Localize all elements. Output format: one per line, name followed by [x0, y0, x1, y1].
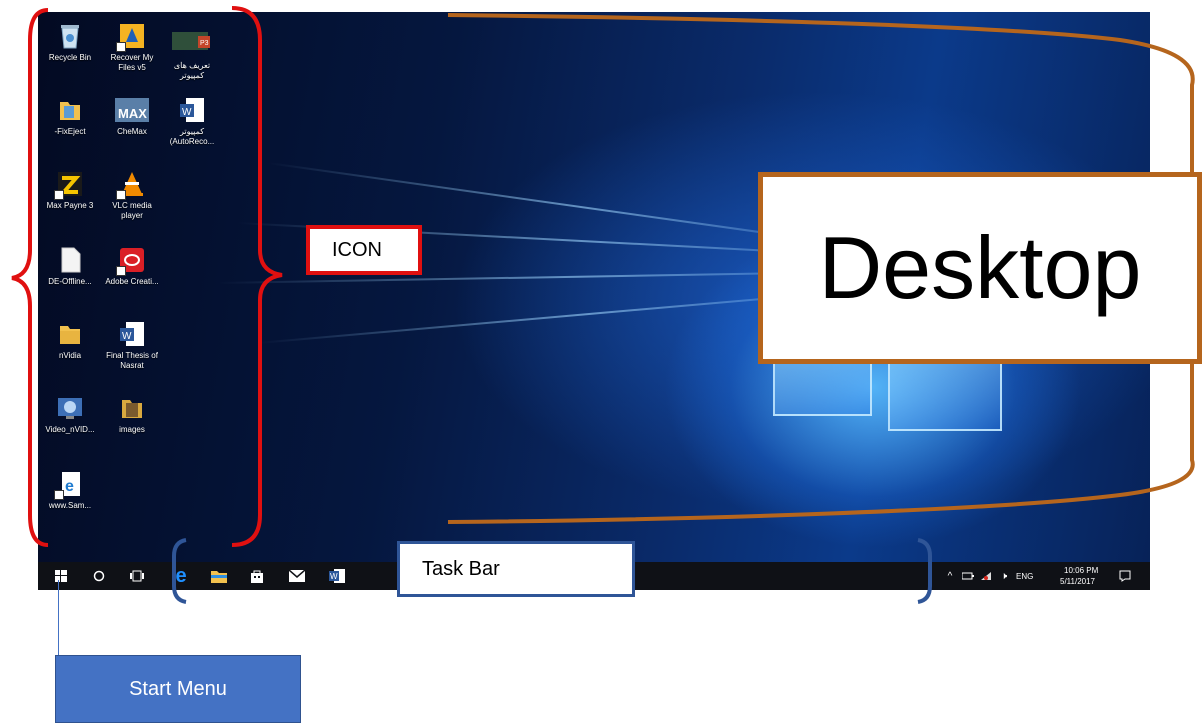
window-logo-pane: [888, 357, 1002, 431]
shortcut-arrow-icon: [54, 190, 64, 200]
vlc-icon: [116, 170, 146, 200]
adobe-creative-cloud-icon: [116, 246, 146, 276]
folder-icon: [56, 96, 84, 124]
svg-text:W: W: [122, 331, 132, 342]
network-icon[interactable]: [978, 562, 994, 590]
shortcut-arrow-icon: [116, 190, 126, 200]
blank-file-icon: [56, 246, 84, 274]
desktop-icon-computer-autorecovery[interactable]: W کمپیوتر (AutoReco...: [162, 96, 222, 147]
powerpoint-file-icon: P3: [172, 30, 210, 58]
start-menu-annotation-label: Start Menu: [55, 655, 301, 723]
desktop-icon-computer-definitions[interactable]: P3 تعریف های کمپیوتر: [162, 30, 222, 81]
desktop-icon-recover-files[interactable]: Recover My Files v5: [102, 22, 162, 73]
svg-text:e: e: [65, 478, 74, 495]
shortcut-arrow-icon: [116, 266, 126, 276]
desktop-icon-adobe-creative[interactable]: Adobe Creati...: [102, 246, 162, 287]
start-menu-connector-line: [58, 580, 59, 656]
edge-icon[interactable]: e: [166, 562, 196, 590]
desktop-icon-final-thesis[interactable]: W Final Thesis of Nasrat: [102, 320, 162, 371]
show-hidden-icons-icon[interactable]: ^: [942, 562, 958, 590]
desktop-icon-nvidia[interactable]: nVidia: [40, 320, 100, 361]
battery-icon[interactable]: [960, 562, 976, 590]
edge-link-icon: e: [54, 470, 84, 500]
desktop-icon-video-nvidia[interactable]: Video_nVID...: [40, 394, 100, 435]
svg-text:W: W: [182, 107, 192, 118]
volume-muted-icon[interactable]: 🕨: [996, 562, 1012, 590]
desktop-icon-recycle-bin[interactable]: Recycle Bin: [40, 22, 100, 63]
icon-annotation-label: ICON: [306, 225, 422, 275]
shortcut-arrow-icon: [116, 42, 126, 52]
recover-files-icon: [116, 22, 146, 52]
store-icon[interactable]: [242, 562, 272, 590]
language-indicator[interactable]: ENG: [1016, 572, 1033, 582]
desktop-icon-chemax[interactable]: MAX CheMax: [102, 96, 162, 137]
desktop-icon-de-offline[interactable]: DE-Offline...: [40, 246, 100, 287]
task-view-icon[interactable]: [122, 562, 152, 590]
action-center-icon[interactable]: [1114, 562, 1136, 590]
start-icon[interactable]: [46, 562, 76, 590]
folder-icon: [56, 320, 84, 348]
word-document-icon: W: [178, 96, 206, 124]
taskbar-annotation-label: Task Bar: [397, 541, 635, 597]
file-explorer-icon[interactable]: [204, 562, 234, 590]
folder-icon: [118, 394, 146, 422]
desktop-icon-fixeject[interactable]: -FixEject: [40, 96, 100, 137]
desktop-icon-images[interactable]: images: [102, 394, 162, 435]
window-logo-pane: [773, 357, 872, 416]
cortana-icon[interactable]: [84, 562, 114, 590]
video-icon: [56, 394, 84, 422]
shortcut-arrow-icon: [54, 490, 64, 500]
svg-text:MAX: MAX: [118, 106, 147, 121]
recycle-bin-icon: [56, 22, 84, 50]
mail-icon[interactable]: [282, 562, 312, 590]
svg-text:W: W: [330, 572, 338, 581]
word-icon[interactable]: W: [322, 562, 352, 590]
desktop-icon-max-payne[interactable]: Max Payne 3: [40, 170, 100, 211]
max-payne-icon: [54, 170, 84, 200]
desktop-annotation-label: Desktop: [758, 172, 1202, 364]
clock-date[interactable]: 5/11/2017: [1060, 577, 1095, 587]
svg-text:P3: P3: [200, 40, 209, 47]
chemax-icon: MAX: [115, 96, 149, 124]
desktop-icon-vlc[interactable]: VLC media player: [102, 170, 162, 221]
desktop-icon-website-link[interactable]: e www.Sam...: [40, 470, 100, 511]
word-document-icon: W: [118, 320, 146, 348]
clock-time[interactable]: 10:06 PM: [1064, 566, 1098, 576]
